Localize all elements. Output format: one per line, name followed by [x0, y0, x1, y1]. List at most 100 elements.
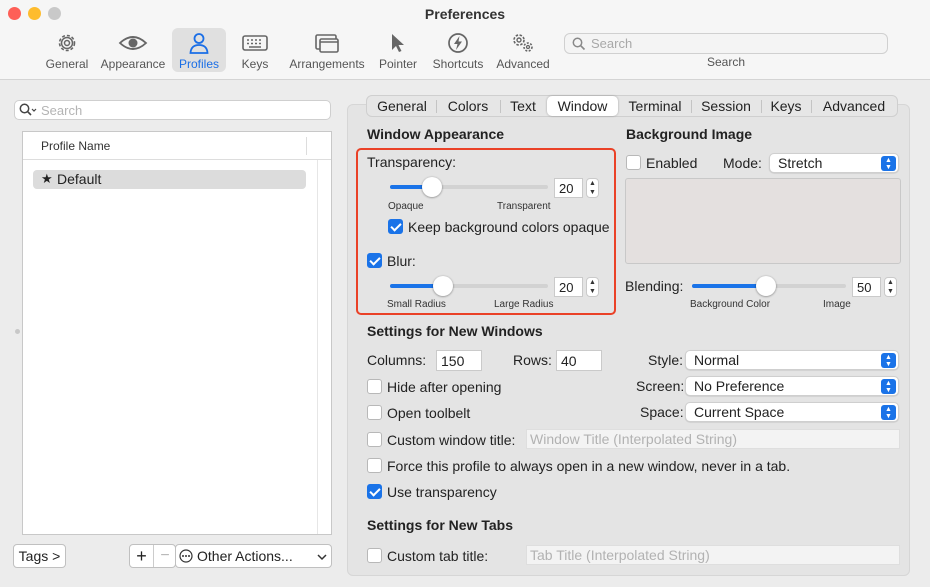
blur-label: Blur: [387, 253, 416, 269]
use-transparency-label: Use transparency [387, 484, 497, 500]
other-actions-label: Other Actions... [197, 548, 293, 564]
hide-after-opening-label: Hide after opening [387, 379, 502, 395]
toolbar-keys-label: Keys [241, 57, 269, 71]
transparency-max-label: Transparent [497, 201, 551, 212]
new-windows-heading: Settings for New Windows [367, 323, 543, 339]
tab-session[interactable]: Session [692, 96, 760, 116]
toolbar-search-caption: Search [706, 55, 746, 69]
space-select[interactable]: Current Space ▲ ▼ [685, 402, 899, 422]
profile-name: Default [57, 171, 102, 187]
ellipsis-circle-icon [179, 549, 193, 563]
tab-general[interactable]: General [369, 96, 435, 116]
profile-list-header[interactable]: Profile Name [23, 132, 331, 160]
profile-row-default[interactable]: ★ Default [33, 170, 306, 189]
force-new-window-checkbox[interactable] [367, 458, 382, 473]
gear-icon [58, 34, 76, 52]
tab-text[interactable]: Text [501, 96, 545, 116]
background-image-enabled-label: Enabled [646, 155, 698, 171]
keyboard-icon [242, 35, 268, 51]
keep-bg-opaque-label: Keep background colors opaque [408, 219, 610, 235]
custom-tab-title-label: Custom tab title: [387, 548, 489, 564]
window-title: Preferences [424, 6, 506, 22]
custom-tab-title-field[interactable]: Tab Title (Interpolated String) [526, 545, 900, 565]
blur-slider[interactable] [390, 284, 548, 288]
style-select[interactable]: Normal ▲ ▼ [685, 350, 899, 370]
profile-tab-bar: General Colors Text Window Terminal Sess… [366, 95, 898, 117]
keep-bg-opaque-checkbox[interactable] [388, 219, 403, 234]
updown-chevron-icon: ▲ ▼ [881, 379, 896, 394]
lightning-icon [448, 33, 468, 53]
tab-colors[interactable]: Colors [437, 96, 499, 116]
toolbar-search-field[interactable]: Search [564, 33, 888, 54]
rows-label: Rows: [513, 352, 552, 368]
toolbar-advanced[interactable]: Advanced [494, 28, 552, 72]
other-actions-menu[interactable]: Other Actions... [175, 544, 332, 568]
custom-window-title-checkbox[interactable] [367, 432, 382, 447]
open-toolbelt-checkbox[interactable] [367, 405, 382, 420]
search-icon [19, 103, 37, 116]
preferences-window: Preferences General Appearance Profiles … [0, 0, 930, 587]
style-label: Style: [648, 352, 684, 368]
blending-stepper[interactable]: ▲ ▼ [884, 277, 897, 297]
transparency-value-field[interactable]: 20 [554, 178, 583, 198]
screen-label: Screen: [636, 378, 685, 394]
screen-select[interactable]: No Preference ▲ ▼ [685, 376, 899, 396]
mode-label: Mode: [723, 155, 762, 171]
transparency-stepper[interactable]: ▲ ▼ [586, 178, 599, 198]
mode-value: Stretch [778, 155, 823, 171]
profile-search-placeholder: Search [41, 103, 83, 118]
columns-label: Columns: [367, 352, 427, 368]
blur-slider-knob[interactable] [433, 276, 453, 296]
background-image-enabled-checkbox[interactable] [626, 155, 641, 170]
mode-select[interactable]: Stretch ▲ ▼ [769, 153, 899, 173]
search-icon [572, 37, 586, 51]
toolbar-search-placeholder: Search [591, 36, 633, 51]
tab-keys[interactable]: Keys [762, 96, 810, 116]
toolbar-appearance[interactable]: Appearance [98, 28, 168, 72]
blending-min-label: Background Color [690, 299, 771, 310]
tab-advanced[interactable]: Advanced [812, 96, 896, 116]
toolbar-advanced-label: Advanced [496, 57, 550, 71]
custom-tab-title-checkbox[interactable] [367, 548, 382, 563]
split-view-handle[interactable] [15, 329, 20, 334]
eye-icon [118, 36, 148, 50]
custom-window-title-field[interactable]: Window Title (Interpolated String) [526, 429, 900, 449]
blending-value-field[interactable]: 50 [852, 277, 881, 297]
chevron-down-icon [317, 554, 327, 561]
default-profile-star-icon: ★ [41, 171, 53, 186]
toolbar-arrangements[interactable]: Arrangements [286, 28, 368, 72]
toolbar-shortcuts[interactable]: Shortcuts [430, 28, 486, 72]
updown-chevron-icon: ▲ ▼ [881, 405, 896, 420]
transparency-slider[interactable] [390, 185, 548, 189]
toolbar-pointer[interactable]: Pointer [376, 28, 420, 72]
screen-value: No Preference [694, 378, 785, 394]
tab-terminal[interactable]: Terminal [620, 96, 690, 116]
toolbar-profiles[interactable]: Profiles [172, 28, 226, 72]
background-image-well[interactable] [625, 178, 901, 264]
add-profile-button[interactable]: + [130, 546, 153, 566]
hide-after-opening-checkbox[interactable] [367, 379, 382, 394]
blending-slider-knob[interactable] [756, 276, 776, 296]
rows-field[interactable]: 40 [556, 350, 602, 371]
column-separator [306, 137, 307, 155]
blur-value-field[interactable]: 20 [554, 277, 583, 297]
blur-checkbox[interactable] [367, 253, 382, 268]
profile-search-field[interactable]: Search [14, 100, 331, 120]
toolbar-keys[interactable]: Keys [234, 28, 276, 72]
remove-profile-button[interactable]: − [154, 546, 176, 566]
force-new-window-label: Force this profile to always open in a n… [387, 458, 791, 474]
background-image-heading: Background Image [626, 126, 753, 142]
toolbar-arrangements-label: Arrangements [289, 57, 365, 71]
open-toolbelt-label: Open toolbelt [387, 405, 471, 421]
transparency-slider-knob[interactable] [422, 177, 442, 197]
tags-button[interactable]: Tags > [13, 544, 66, 568]
toolbar-general[interactable]: General [42, 28, 92, 72]
use-transparency-checkbox[interactable] [367, 484, 382, 499]
columns-field[interactable]: 150 [436, 350, 482, 371]
blur-stepper[interactable]: ▲ ▼ [586, 277, 599, 297]
new-tabs-heading: Settings for New Tabs [367, 517, 513, 533]
tab-window[interactable]: Window [547, 96, 618, 116]
toolbar-shortcuts-label: Shortcuts [432, 57, 484, 71]
windows-icon [315, 34, 339, 53]
space-label: Space: [640, 404, 684, 420]
